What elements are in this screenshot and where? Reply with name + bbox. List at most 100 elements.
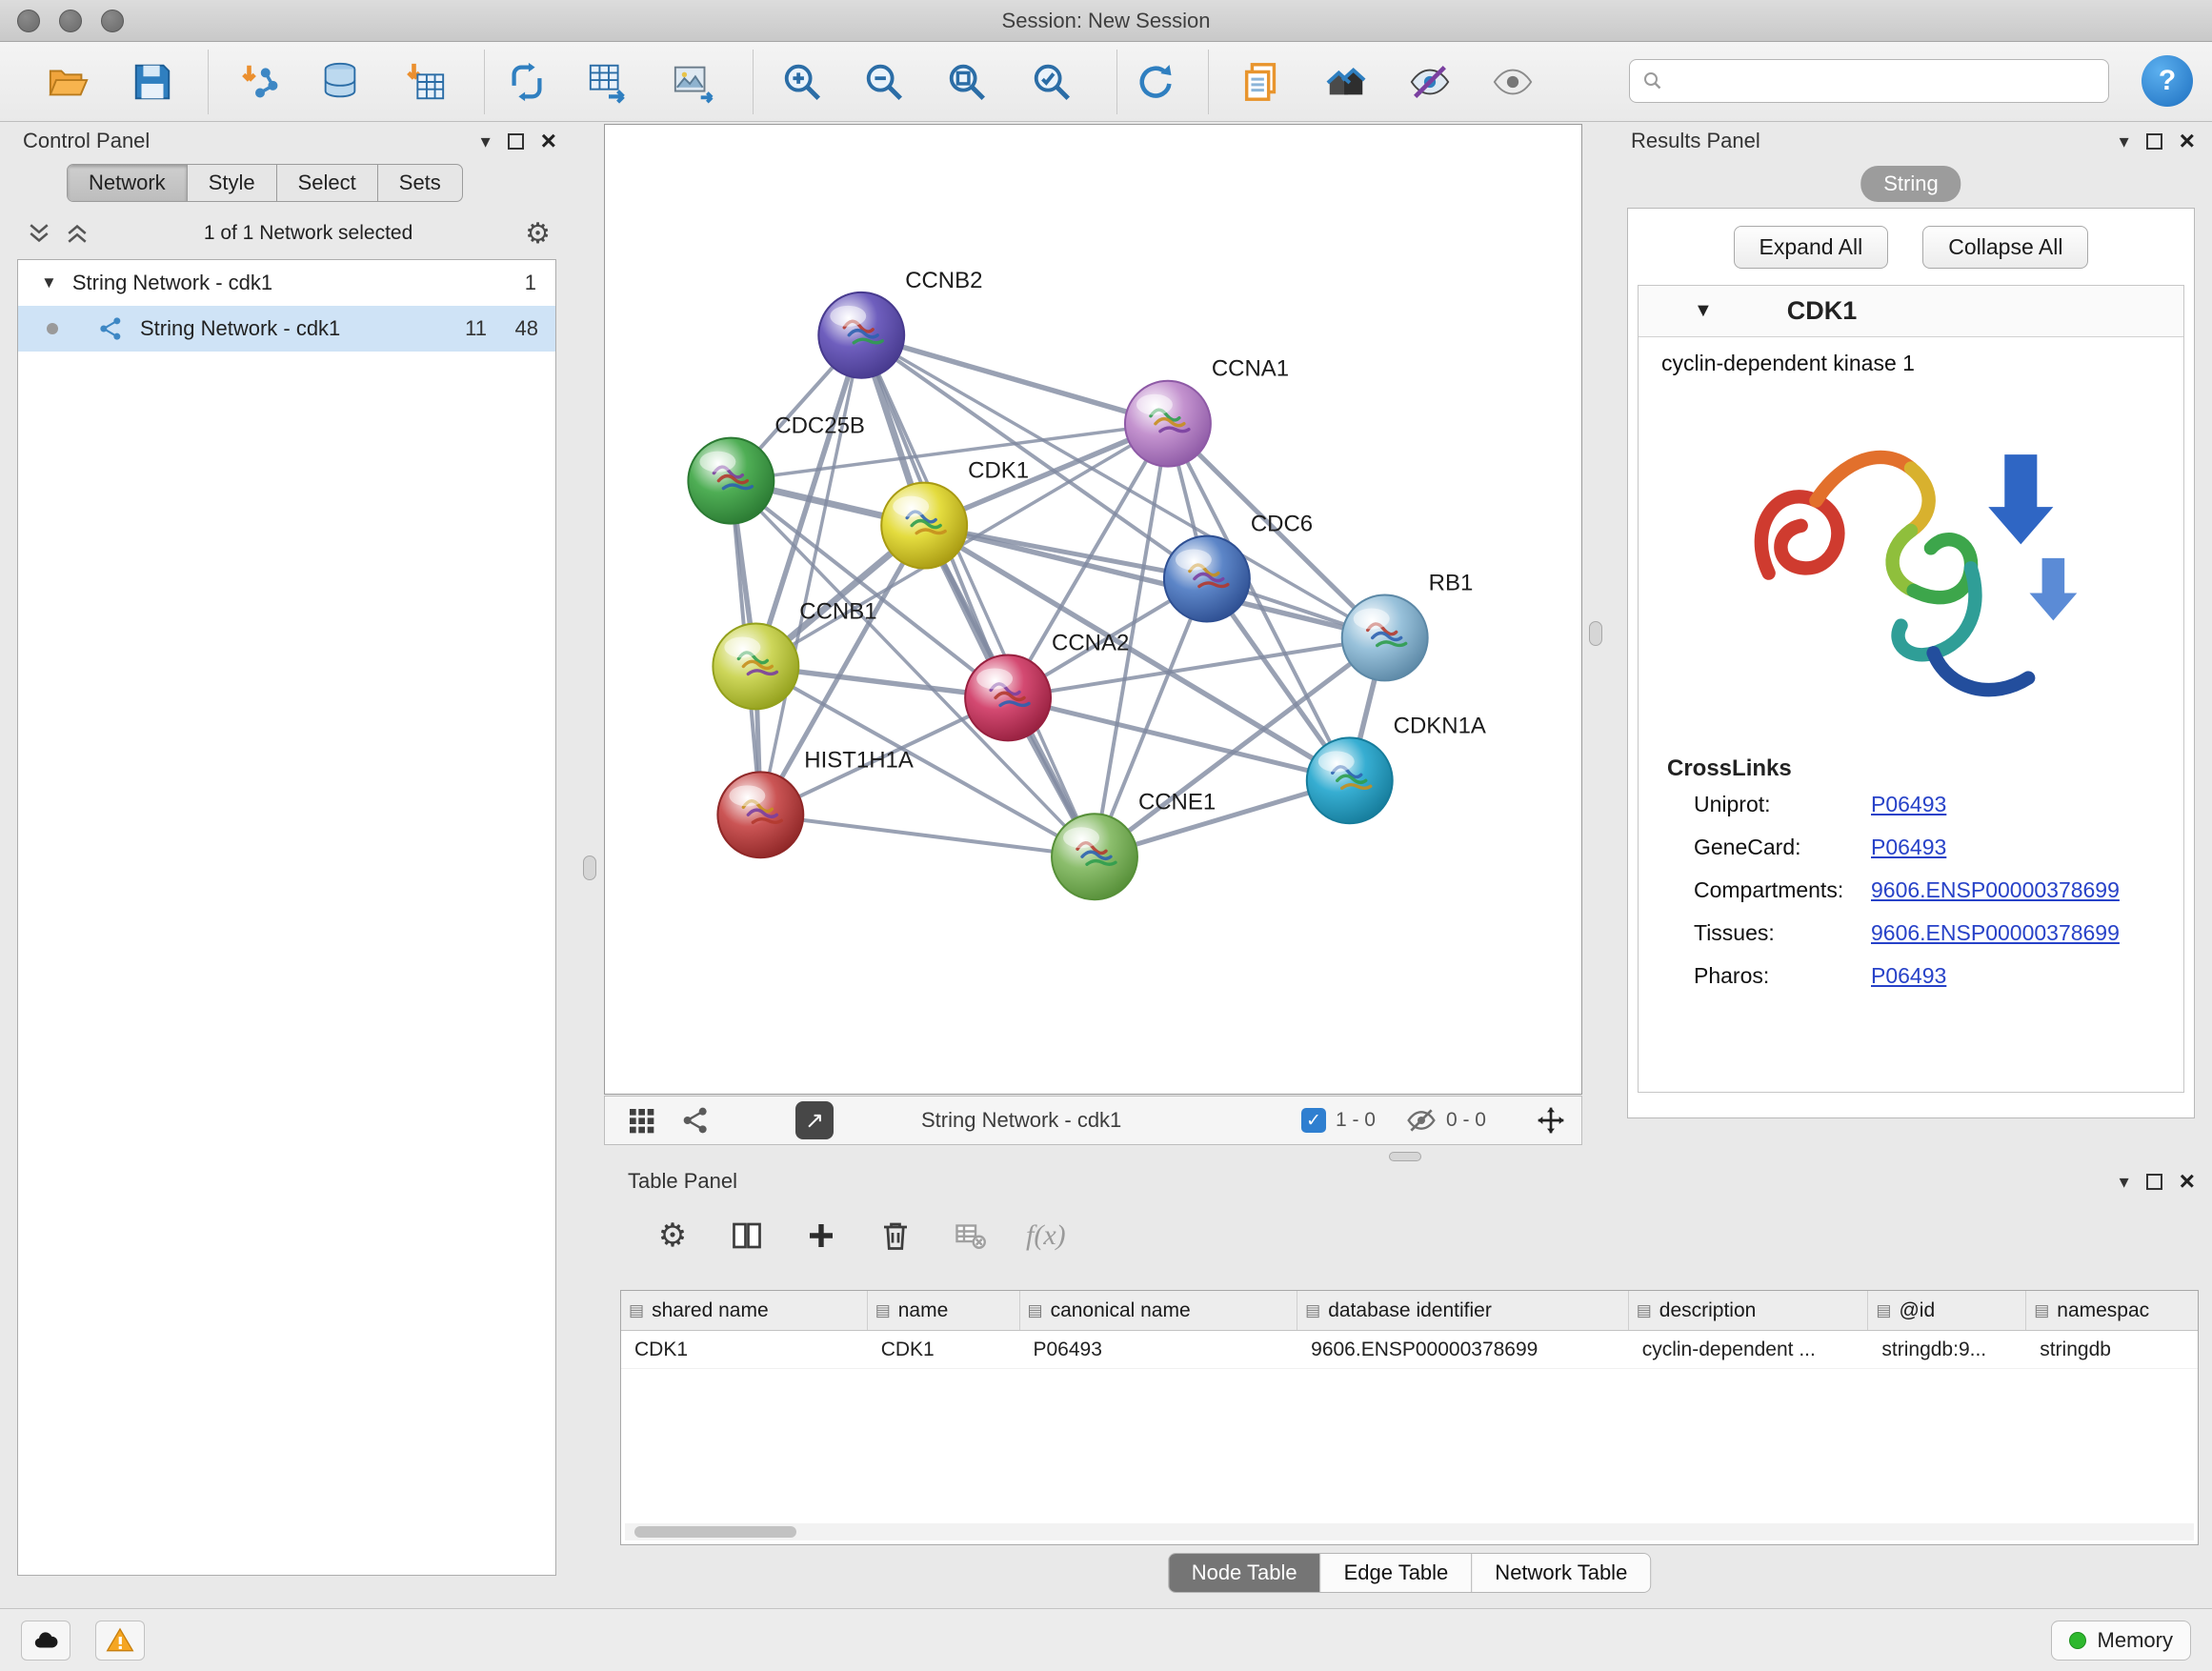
hidden-eye-slash-icon[interactable] [1406, 1105, 1437, 1136]
tab-style[interactable]: Style [187, 165, 276, 201]
search-input[interactable] [1674, 69, 2097, 93]
crosslink-link[interactable]: 9606.ENSP00000378699 [1871, 877, 2120, 903]
warnings-button[interactable] [95, 1621, 145, 1661]
export-view-button[interactable]: ↗ [795, 1101, 834, 1139]
column-sort-icon[interactable]: ▤ [629, 1301, 644, 1320]
left-splitter-handle[interactable] [583, 856, 596, 880]
float-panel-icon[interactable] [508, 133, 524, 150]
show-all-button[interactable] [1486, 55, 1539, 109]
close-window-button[interactable] [17, 10, 40, 32]
hide-unselected-button[interactable] [1403, 55, 1457, 109]
minimize-window-button[interactable] [59, 10, 82, 32]
copy-button[interactable] [1235, 55, 1288, 109]
panel-menu-icon[interactable]: ▾ [481, 130, 491, 153]
table-settings-gear-icon[interactable]: ⚙ [654, 1218, 691, 1254]
column-sort-icon[interactable]: ▤ [1305, 1301, 1320, 1320]
export-network-button[interactable] [500, 55, 553, 109]
collapse-protein-icon[interactable]: ▼ [1694, 300, 1713, 322]
import-network-database-button[interactable] [313, 55, 367, 109]
zoom-fit-button[interactable] [940, 55, 994, 109]
export-table-button[interactable] [582, 55, 635, 109]
show-columns-icon[interactable] [729, 1218, 765, 1254]
edge-HIST1H1A-CCNE1[interactable] [760, 815, 1095, 856]
tab-edge-table[interactable]: Edge Table [1320, 1554, 1472, 1592]
panel-menu-icon[interactable]: ▾ [2120, 1170, 2129, 1194]
column-sort-icon[interactable]: ▤ [1637, 1301, 1652, 1320]
collapse-all-icon[interactable] [25, 219, 53, 248]
collapse-all-button[interactable]: Collapse All [1922, 226, 2088, 269]
expand-all-icon[interactable] [63, 219, 91, 248]
column-header[interactable]: ▤canonical name [1020, 1291, 1298, 1330]
column-header[interactable]: ▤name [868, 1291, 1020, 1330]
node-CCNA1[interactable]: CCNA1 [1125, 356, 1289, 467]
crosslink-link[interactable]: P06493 [1871, 963, 1946, 989]
column-sort-icon[interactable]: ▤ [1028, 1301, 1043, 1320]
selected-checkbox-icon[interactable]: ✓ [1301, 1108, 1326, 1133]
tab-node-table[interactable]: Node Table [1169, 1554, 1320, 1592]
pan-move-icon[interactable] [1536, 1105, 1566, 1136]
import-table-button[interactable] [398, 55, 452, 109]
float-panel-icon[interactable] [2146, 133, 2162, 150]
float-panel-icon[interactable] [2146, 1174, 2162, 1190]
node-CDK1[interactable]: CDK1 [881, 458, 1029, 569]
table-cell[interactable]: P06493 [1020, 1331, 1298, 1368]
tree-expand-icon[interactable]: ▼ [41, 273, 57, 292]
close-panel-icon[interactable]: × [541, 128, 556, 154]
column-header[interactable]: ▤namespac [2026, 1291, 2198, 1330]
network-row-selected[interactable]: String Network - cdk1 11 48 [18, 306, 555, 352]
table-cell[interactable]: CDK1 [868, 1331, 1020, 1368]
memory-button[interactable]: Memory [2051, 1621, 2191, 1661]
node-CCNA2[interactable]: CCNA2 [965, 630, 1129, 740]
scrollbar-thumb[interactable] [634, 1526, 796, 1538]
horizontal-splitter-handle[interactable] [1389, 1152, 1421, 1161]
column-header[interactable]: ▤description [1629, 1291, 1869, 1330]
delete-column-trash-icon[interactable] [877, 1218, 914, 1254]
apply-layout-button[interactable] [1129, 55, 1182, 109]
help-button[interactable]: ? [2142, 55, 2193, 107]
table-cell[interactable]: cyclin-dependent ... [1629, 1331, 1869, 1368]
edge-CCNB2-HIST1H1A[interactable] [760, 335, 861, 815]
network-graph[interactable]: CCNB2CCNA1CDC25BCDK1CDC6RB1CCNB1CCNA2CDK… [605, 125, 1581, 1094]
table-row[interactable]: CDK1 CDK1 P06493 9606.ENSP00000378699 cy… [621, 1331, 2198, 1369]
column-sort-icon[interactable]: ▤ [875, 1301, 891, 1320]
network-canvas[interactable]: CCNB2CCNA1CDC25BCDK1CDC6RB1CCNB1CCNA2CDK… [604, 124, 1582, 1095]
node-CCNE1[interactable]: CCNE1 [1052, 789, 1216, 899]
close-panel-icon[interactable]: × [2180, 128, 2195, 154]
import-network-button[interactable] [233, 55, 287, 109]
tab-sets[interactable]: Sets [377, 165, 462, 201]
table-cell[interactable]: 9606.ENSP00000378699 [1297, 1331, 1629, 1368]
string-tab-badge[interactable]: String [1860, 166, 1961, 202]
save-session-button[interactable] [126, 55, 179, 109]
export-image-button[interactable] [667, 55, 720, 109]
horizontal-scrollbar[interactable] [625, 1523, 2194, 1540]
table-cell[interactable]: CDK1 [621, 1331, 868, 1368]
table-cell[interactable]: stringdb [2026, 1331, 2198, 1368]
tab-network[interactable]: Network [68, 165, 187, 201]
add-column-icon[interactable] [803, 1218, 839, 1254]
zoom-out-button[interactable] [857, 55, 911, 109]
node-RB1[interactable]: RB1 [1342, 571, 1474, 681]
node-HIST1H1A[interactable]: HIST1H1A [717, 747, 913, 857]
expand-all-button[interactable]: Expand All [1734, 226, 1889, 269]
zoom-selected-button[interactable] [1025, 55, 1078, 109]
column-header[interactable]: ▤shared name [621, 1291, 868, 1330]
column-header[interactable]: ▤database identifier [1297, 1291, 1629, 1330]
edge-CCNB2-CCNA1[interactable] [861, 335, 1168, 424]
table-cell[interactable]: stringdb:9... [1868, 1331, 2026, 1368]
home-button[interactable] [1319, 55, 1373, 109]
crosslink-link[interactable]: P06493 [1871, 835, 1946, 860]
column-sort-icon[interactable]: ▤ [2034, 1301, 2049, 1320]
network-collection-row[interactable]: ▼ String Network - cdk1 1 [18, 260, 555, 306]
panel-menu-icon[interactable]: ▾ [2120, 130, 2129, 153]
crosslink-link[interactable]: P06493 [1871, 792, 1946, 817]
zoom-in-button[interactable] [775, 55, 829, 109]
tab-select[interactable]: Select [276, 165, 377, 201]
right-splitter-handle[interactable] [1589, 621, 1602, 646]
close-panel-icon[interactable]: × [2180, 1168, 2195, 1195]
clear-table-icon[interactable] [952, 1218, 988, 1254]
column-header[interactable]: ▤@id [1868, 1291, 2026, 1330]
node-CDKN1A[interactable]: CDKN1A [1307, 713, 1486, 823]
column-sort-icon[interactable]: ▤ [1876, 1301, 1891, 1320]
edge-CCNB2-CCNE1[interactable] [861, 335, 1095, 856]
crosslink-link[interactable]: 9606.ENSP00000378699 [1871, 920, 2120, 946]
